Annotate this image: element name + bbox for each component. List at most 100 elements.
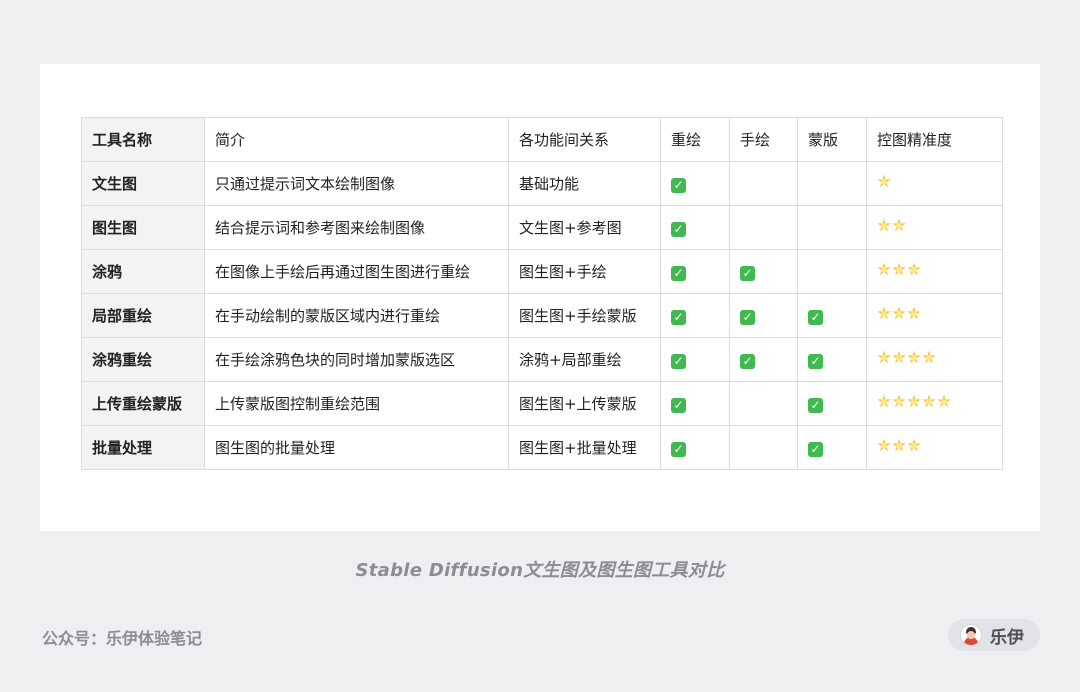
star-icon	[877, 263, 891, 277]
intro-cell: 在手动绘制的蒙版区域内进行重绘	[204, 293, 509, 338]
check-box-icon: ✓	[808, 441, 823, 457]
intro-cell: 只通过提示词文本绘制图像	[204, 161, 509, 206]
intro-cell: 上传蒙版图控制重绘范围	[204, 381, 509, 426]
star-icon	[892, 439, 906, 453]
star-icon	[907, 351, 921, 365]
star-icon	[907, 439, 921, 453]
star-rating	[877, 219, 906, 233]
mask-cell: ✓	[797, 381, 867, 426]
redraw-cell: ✓	[660, 381, 730, 426]
tool-name-cell: 局部重绘	[81, 293, 205, 338]
relation-cell: 图生图+手绘	[508, 249, 661, 294]
hand-draw-cell: ✓	[729, 293, 798, 338]
star-icon	[892, 219, 906, 233]
relation-cell: 涂鸦+局部重绘	[508, 337, 661, 382]
table-row: 文生图 只通过提示词文本绘制图像 基础功能 ✓	[81, 161, 1003, 206]
star-icon	[907, 307, 921, 321]
relation-cell: 基础功能	[508, 161, 661, 206]
hand-draw-cell	[729, 381, 798, 426]
author-name: 乐伊	[990, 627, 1024, 648]
table-row: 上传重绘蒙版 上传蒙版图控制重绘范围 图生图+上传蒙版 ✓ ✓	[81, 381, 1003, 426]
star-icon	[877, 175, 891, 189]
mask-cell: ✓	[797, 337, 867, 382]
star-icon	[877, 351, 891, 365]
star-rating	[877, 351, 936, 365]
hand-draw-cell: ✓	[729, 337, 798, 382]
star-icon	[892, 307, 906, 321]
star-icon	[877, 439, 891, 453]
star-icon	[877, 307, 891, 321]
check-box-icon: ✓	[671, 353, 686, 369]
precision-cell	[866, 381, 1003, 426]
check-box-icon: ✓	[740, 353, 755, 369]
header-intro: 简介	[204, 117, 509, 162]
tool-name-cell: 批量处理	[81, 425, 205, 470]
comparison-table: 工具名称 简介 各功能间关系 重绘 手绘 蒙版 控图精准度 文生图 只通过提示词文…	[81, 117, 1003, 470]
table-row: 涂鸦重绘 在手绘涂鸦色块的同时增加蒙版选区 涂鸦+局部重绘 ✓ ✓ ✓	[81, 337, 1003, 382]
content-panel: 工具名称 简介 各功能间关系 重绘 手绘 蒙版 控图精准度 文生图 只通过提示词文…	[40, 64, 1040, 531]
star-rating	[877, 439, 921, 453]
check-box-icon: ✓	[740, 309, 755, 325]
tool-name-cell: 文生图	[81, 161, 205, 206]
precision-cell	[866, 293, 1003, 338]
intro-cell: 结合提示词和参考图来绘制图像	[204, 205, 509, 250]
hand-draw-cell	[729, 425, 798, 470]
hand-draw-cell	[729, 205, 798, 250]
star-icon	[877, 219, 891, 233]
mask-cell	[797, 161, 867, 206]
table-row: 批量处理 图生图的批量处理 图生图+批量处理 ✓ ✓	[81, 425, 1003, 470]
table-row: 图生图 结合提示词和参考图来绘制图像 文生图+参考图 ✓	[81, 205, 1003, 250]
star-icon	[892, 395, 906, 409]
star-icon	[907, 395, 921, 409]
precision-cell	[866, 249, 1003, 294]
header-precision: 控图精准度	[866, 117, 1003, 162]
avatar	[960, 624, 982, 646]
author-badge: 乐伊	[948, 619, 1040, 651]
relation-cell: 图生图+手绘蒙版	[508, 293, 661, 338]
star-icon	[922, 351, 936, 365]
tool-name-cell: 上传重绘蒙版	[81, 381, 205, 426]
star-rating	[877, 175, 891, 189]
relation-cell: 图生图+批量处理	[508, 425, 661, 470]
relation-cell: 文生图+参考图	[508, 205, 661, 250]
tool-name-cell: 涂鸦重绘	[81, 337, 205, 382]
check-box-icon: ✓	[671, 309, 686, 325]
check-box-icon: ✓	[671, 397, 686, 413]
check-box-icon: ✓	[740, 265, 755, 281]
star-icon	[922, 395, 936, 409]
star-icon	[937, 395, 951, 409]
intro-cell: 在图像上手绘后再通过图生图进行重绘	[204, 249, 509, 294]
figure-caption: Stable Diffusion文生图及图生图工具对比	[355, 560, 725, 581]
header-hand-draw: 手绘	[729, 117, 798, 162]
star-rating	[877, 395, 951, 409]
precision-cell	[866, 425, 1003, 470]
tool-name-cell: 涂鸦	[81, 249, 205, 294]
check-box-icon: ✓	[808, 397, 823, 413]
redraw-cell: ✓	[660, 293, 730, 338]
account-label: 公众号：乐伊体验笔记	[42, 629, 203, 648]
check-box-icon: ✓	[808, 353, 823, 369]
redraw-cell: ✓	[660, 161, 730, 206]
redraw-cell: ✓	[660, 249, 730, 294]
relation-cell: 图生图+上传蒙版	[508, 381, 661, 426]
header-mask: 蒙版	[797, 117, 867, 162]
intro-cell: 在手绘涂鸦色块的同时增加蒙版选区	[204, 337, 509, 382]
star-icon	[892, 263, 906, 277]
mask-cell: ✓	[797, 293, 867, 338]
header-redraw: 重绘	[660, 117, 730, 162]
redraw-cell: ✓	[660, 425, 730, 470]
star-rating	[877, 307, 921, 321]
check-box-icon: ✓	[808, 309, 823, 325]
precision-cell	[866, 337, 1003, 382]
star-rating	[877, 263, 921, 277]
header-tool-name: 工具名称	[81, 117, 205, 162]
precision-cell	[866, 161, 1003, 206]
mask-cell	[797, 205, 867, 250]
check-box-icon: ✓	[671, 265, 686, 281]
star-icon	[892, 351, 906, 365]
redraw-cell: ✓	[660, 337, 730, 382]
check-box-icon: ✓	[671, 221, 686, 237]
header-relation: 各功能间关系	[508, 117, 661, 162]
star-icon	[907, 263, 921, 277]
check-box-icon: ✓	[671, 441, 686, 457]
